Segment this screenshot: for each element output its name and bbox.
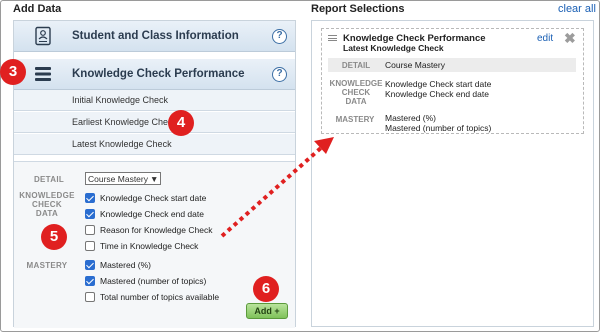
step-badge-3: 3 [0,59,26,85]
step-badge-6: 6 [253,276,279,302]
dotted-arrow-icon [220,137,334,238]
step-badge-5: 5 [41,224,67,250]
step-badge-4: 4 [168,110,194,136]
